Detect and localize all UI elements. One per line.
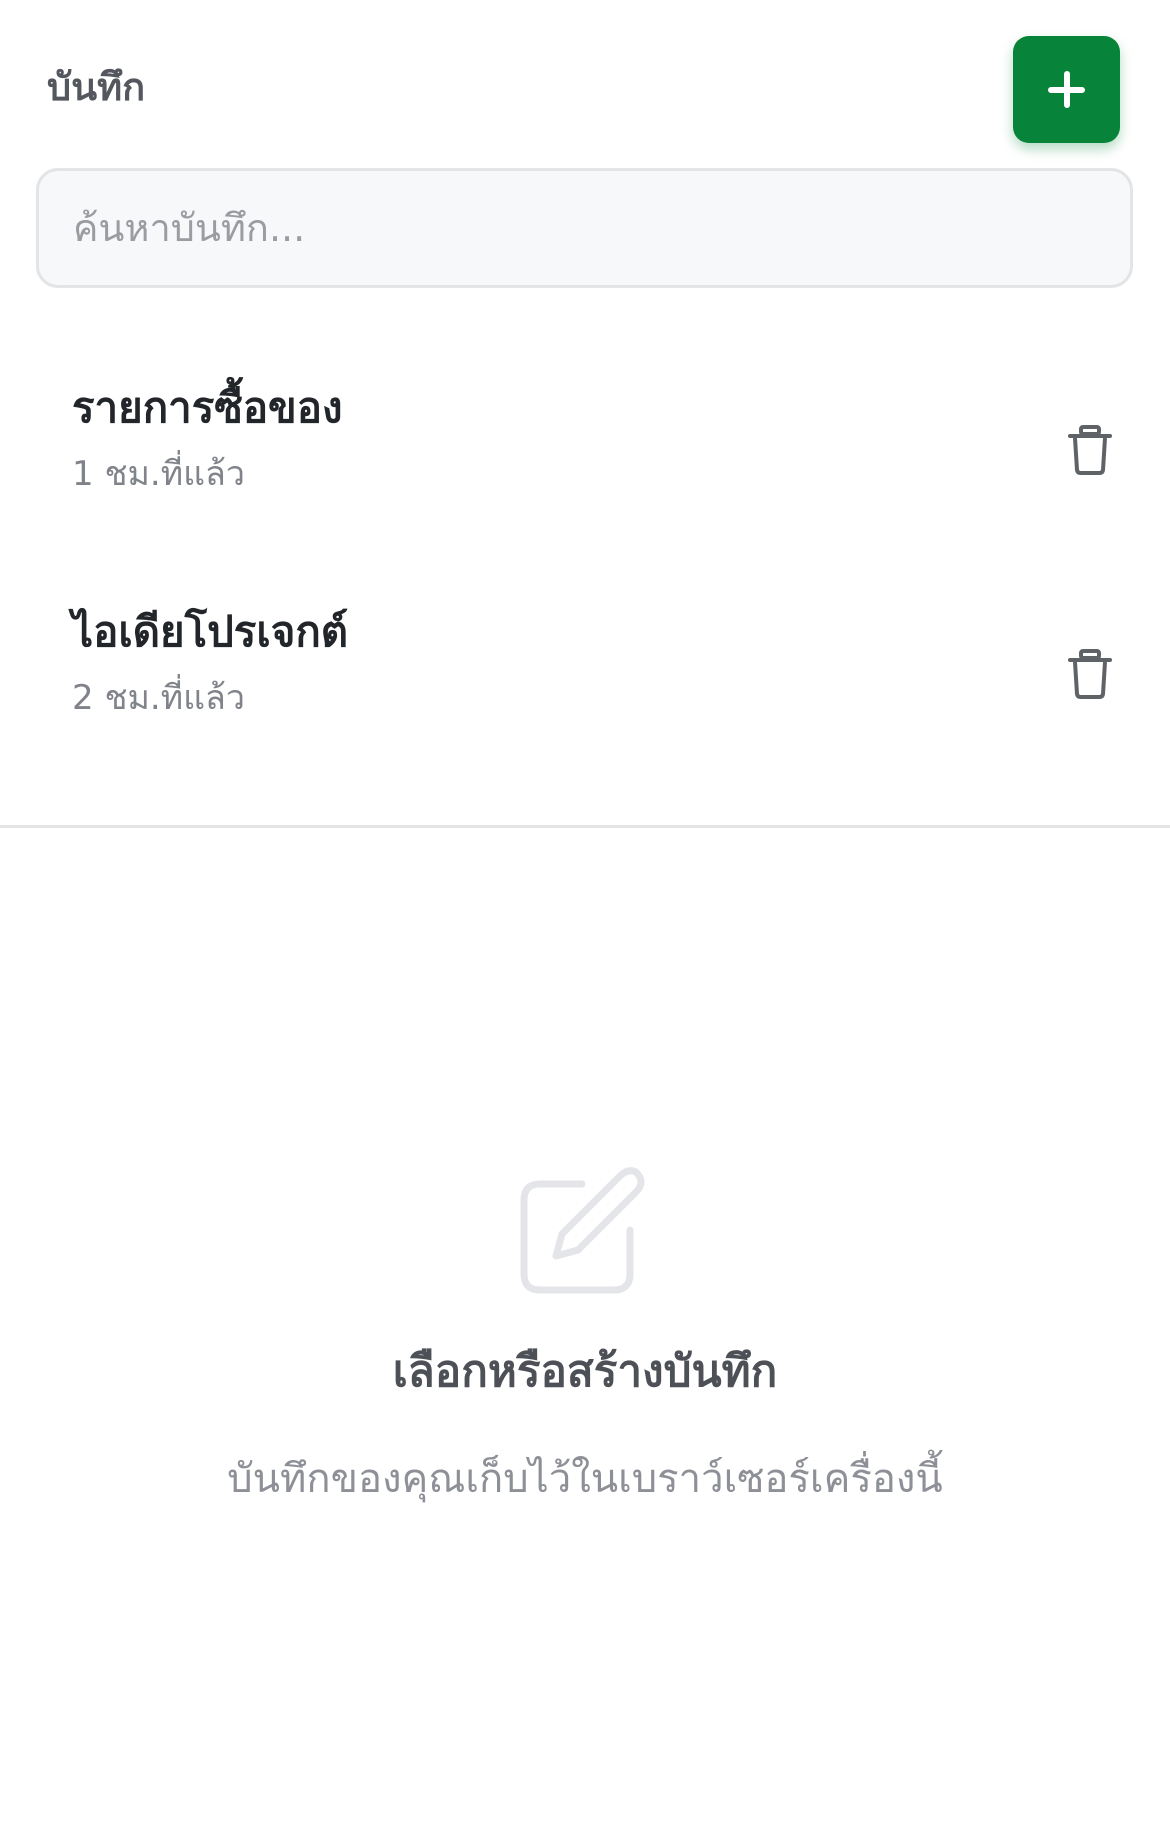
delete-note-button[interactable] [1066, 648, 1114, 700]
empty-state-title: เลือกหรือสร้างบันทึก [392, 1346, 778, 1397]
note-title: รายการซื้อของ [72, 383, 343, 432]
notes-sidebar: บันทึก รายการซื้อของ 1 ชม.ที่แล้ว [0, 0, 1170, 828]
note-item[interactable]: รายการซื้อของ 1 ชม.ที่แล้ว [0, 340, 1170, 564]
notes-app: บันทึก รายการซื้อของ 1 ชม.ที่แล้ว [0, 0, 1170, 1848]
note-title: ไอเดียโปรเจกต์ [72, 607, 349, 656]
trash-icon [1068, 649, 1112, 699]
empty-state: เลือกหรือสร้างบันทึก บันทึกของคุณเก็บไว้… [0, 830, 1170, 1848]
note-list: รายการซื้อของ 1 ชม.ที่แล้ว ไอเดียโปรเจกต… [0, 340, 1170, 788]
search-input[interactable] [36, 168, 1133, 288]
delete-note-button[interactable] [1066, 424, 1114, 476]
edit-note-icon [520, 1167, 645, 1294]
page-title: บันทึก [47, 65, 146, 109]
note-timestamp: 2 ชม.ที่แล้ว [72, 678, 245, 718]
add-note-button[interactable] [1013, 36, 1120, 143]
note-item[interactable]: ไอเดียโปรเจกต์ 2 ชม.ที่แล้ว [0, 564, 1170, 788]
empty-state-description: บันทึกของคุณเก็บไว้ในเบราว์เซอร์เครื่องน… [227, 1456, 943, 1502]
trash-icon [1068, 425, 1112, 475]
note-timestamp: 1 ชม.ที่แล้ว [72, 454, 245, 494]
